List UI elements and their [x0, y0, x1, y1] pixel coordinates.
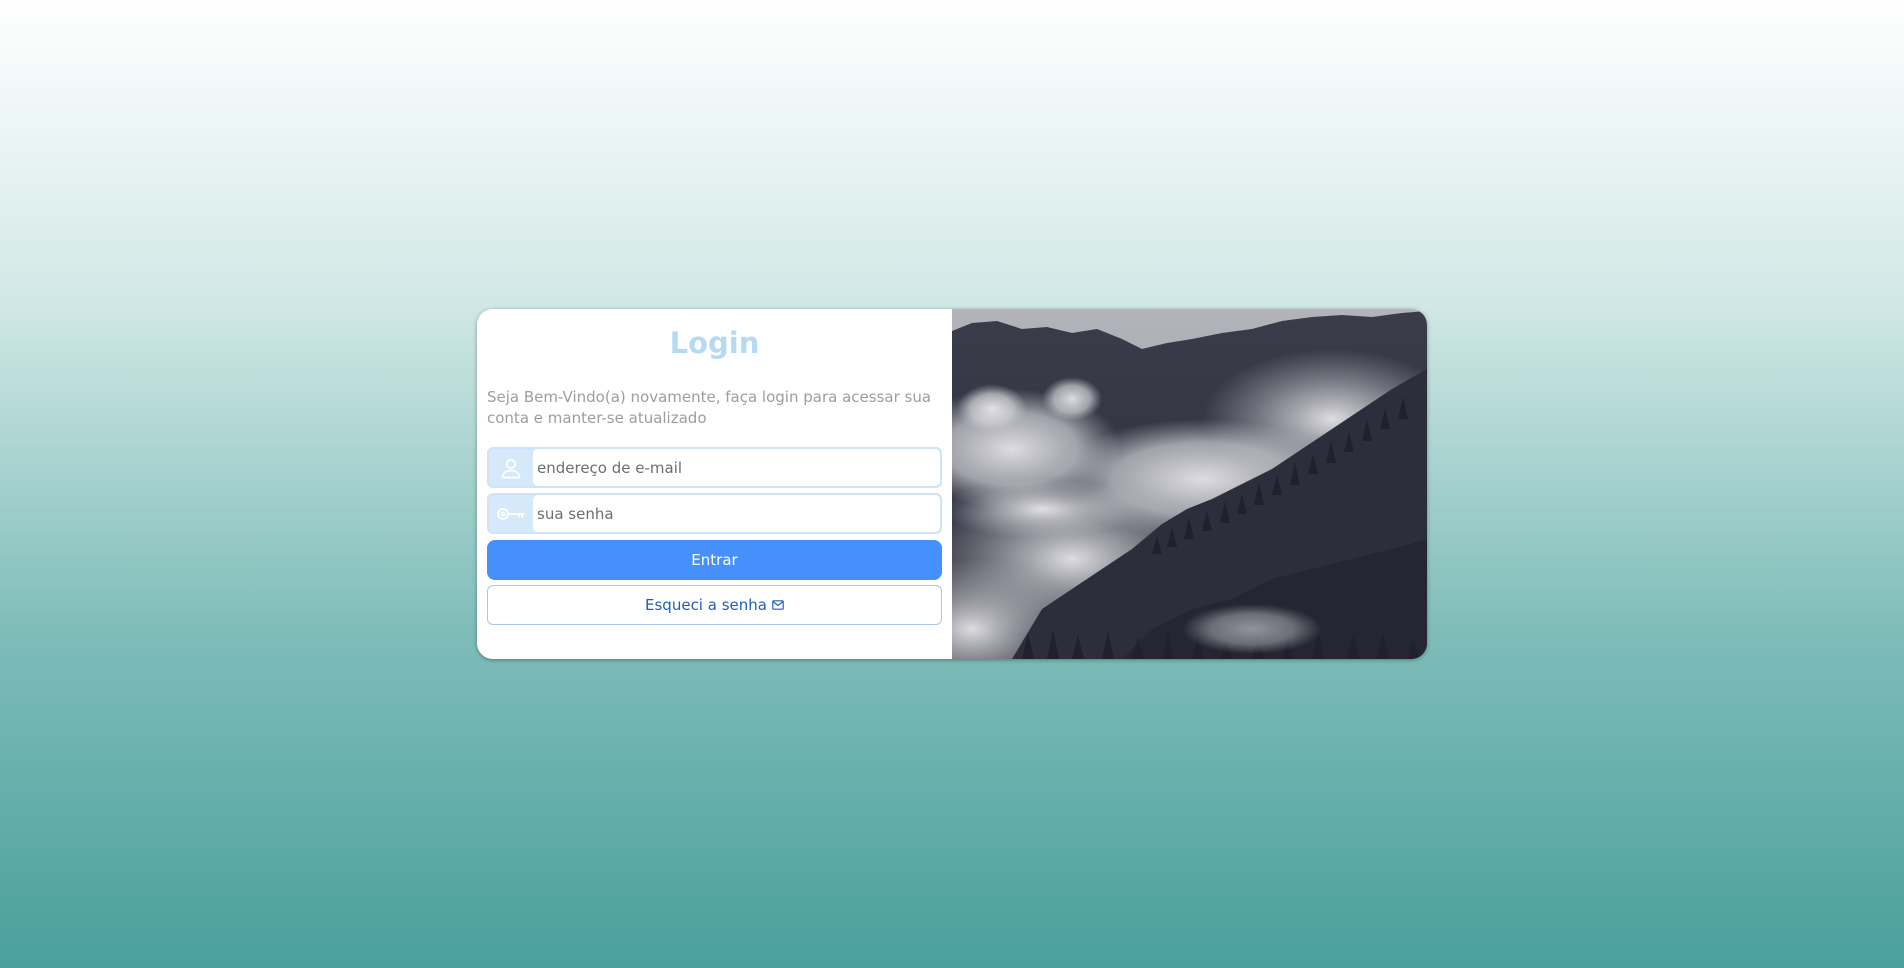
key-icon [489, 495, 533, 532]
user-icon [489, 449, 533, 486]
password-field[interactable] [533, 495, 940, 532]
welcome-message: Seja Bem-Vindo(a) novamente, faça login … [487, 388, 932, 427]
login-card: Login Seja Bem-Vindo(a) novamente, faça … [477, 309, 1427, 659]
hero-image [952, 309, 1427, 659]
password-input-group [487, 493, 942, 534]
forgot-password-label: Esqueci a senha [645, 596, 767, 614]
email-field[interactable] [533, 449, 940, 486]
page-title: Login [669, 326, 760, 360]
login-form-panel: Login Seja Bem-Vindo(a) novamente, faça … [477, 309, 952, 659]
login-button[interactable]: Entrar [487, 540, 942, 580]
misty-mountain-landscape [952, 309, 1427, 659]
forgot-password-button[interactable]: Esqueci a senha [487, 585, 942, 625]
envelope-icon [772, 596, 784, 614]
email-input-group [487, 447, 942, 488]
